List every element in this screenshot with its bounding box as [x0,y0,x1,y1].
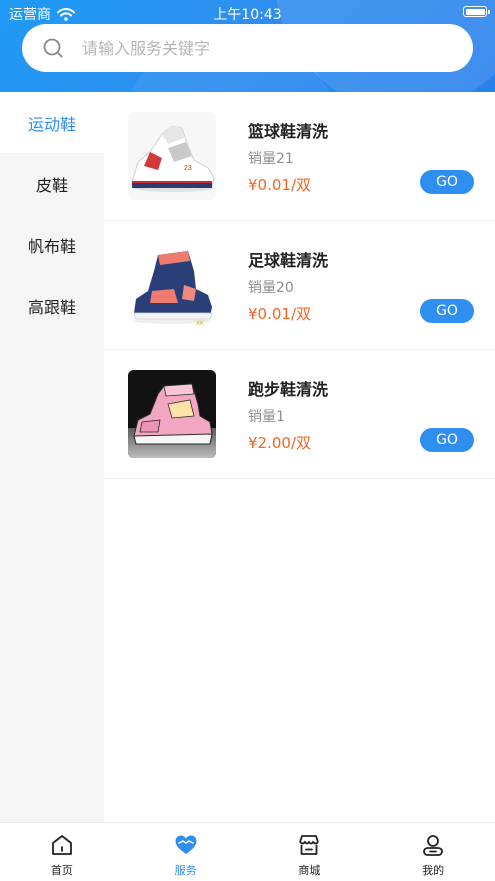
product-sales: 销量20 [248,280,294,296]
store-icon [299,835,320,855]
tab-service[interactable]: 服务 [124,823,248,881]
go-button[interactable]: GO [420,428,474,452]
svg-text:23: 23 [184,165,192,172]
category-sidebar: 运动鞋 皮鞋 帆布鞋 高跟鞋 [0,92,104,822]
product-item[interactable]: XK 足球鞋清洗 销量20 ¥0.01/双 GO [104,221,495,350]
sidebar-item-high-heels[interactable]: 高跟鞋 [0,275,104,336]
product-name: 篮球鞋清洗 [248,122,329,141]
status-time: 上午10:43 [213,7,282,23]
product-list: 23 篮球鞋清洗 销量21 ¥0.01/双 GO XK 足球鞋清洗 销量20 ¥… [104,92,495,822]
tab-label: 商城 [298,864,321,877]
sidebar-item-label: 运动鞋 [27,114,76,134]
product-price: ¥2.00/双 [248,434,311,452]
product-image: 23 [128,112,216,200]
product-price: ¥0.01/双 [248,305,311,323]
product-sales: 销量1 [248,409,285,425]
product-item[interactable]: 23 篮球鞋清洗 销量21 ¥0.01/双 GO [104,92,495,221]
sidebar-item-sports-shoes[interactable]: 运动鞋 [0,92,104,153]
svg-text:XK: XK [196,321,204,327]
tab-label: 首页 [50,864,73,877]
home-icon [51,835,72,855]
sidebar-item-label: 帆布鞋 [27,236,76,256]
search-icon [43,38,63,58]
go-button[interactable]: GO [420,299,474,323]
tab-mine[interactable]: 我的 [371,823,495,881]
product-image [128,370,216,458]
search-bar[interactable] [22,24,473,72]
search-input[interactable] [80,37,444,59]
sidebar-item-label: 皮鞋 [35,175,68,195]
tab-home[interactable]: 首页 [0,823,124,881]
product-name: 足球鞋清洗 [248,251,329,270]
product-sales: 销量21 [248,151,294,167]
product-item[interactable]: 跑步鞋清洗 销量1 ¥2.00/双 GO [104,350,495,479]
product-price: ¥0.01/双 [248,176,311,194]
tab-label: 我的 [422,864,445,877]
product-name: 跑步鞋清洗 [248,380,329,399]
tab-store[interactable]: 商城 [248,823,372,881]
status-bar: 运营商 上午10:43 [0,0,495,24]
sidebar-item-label: 高跟鞋 [27,297,76,317]
product-image: XK [128,241,216,329]
heart-service-icon [175,835,197,854]
user-icon [423,835,444,856]
battery-icon [463,6,490,17]
tab-label: 服务 [174,864,197,877]
sidebar-item-canvas-shoes[interactable]: 帆布鞋 [0,214,104,275]
sidebar-item-leather-shoes[interactable]: 皮鞋 [0,153,104,214]
header: 运营商 上午10:43 [0,0,495,92]
go-button[interactable]: GO [420,170,474,194]
bottom-tab-bar: 首页 服务 商城 我的 [0,822,495,881]
